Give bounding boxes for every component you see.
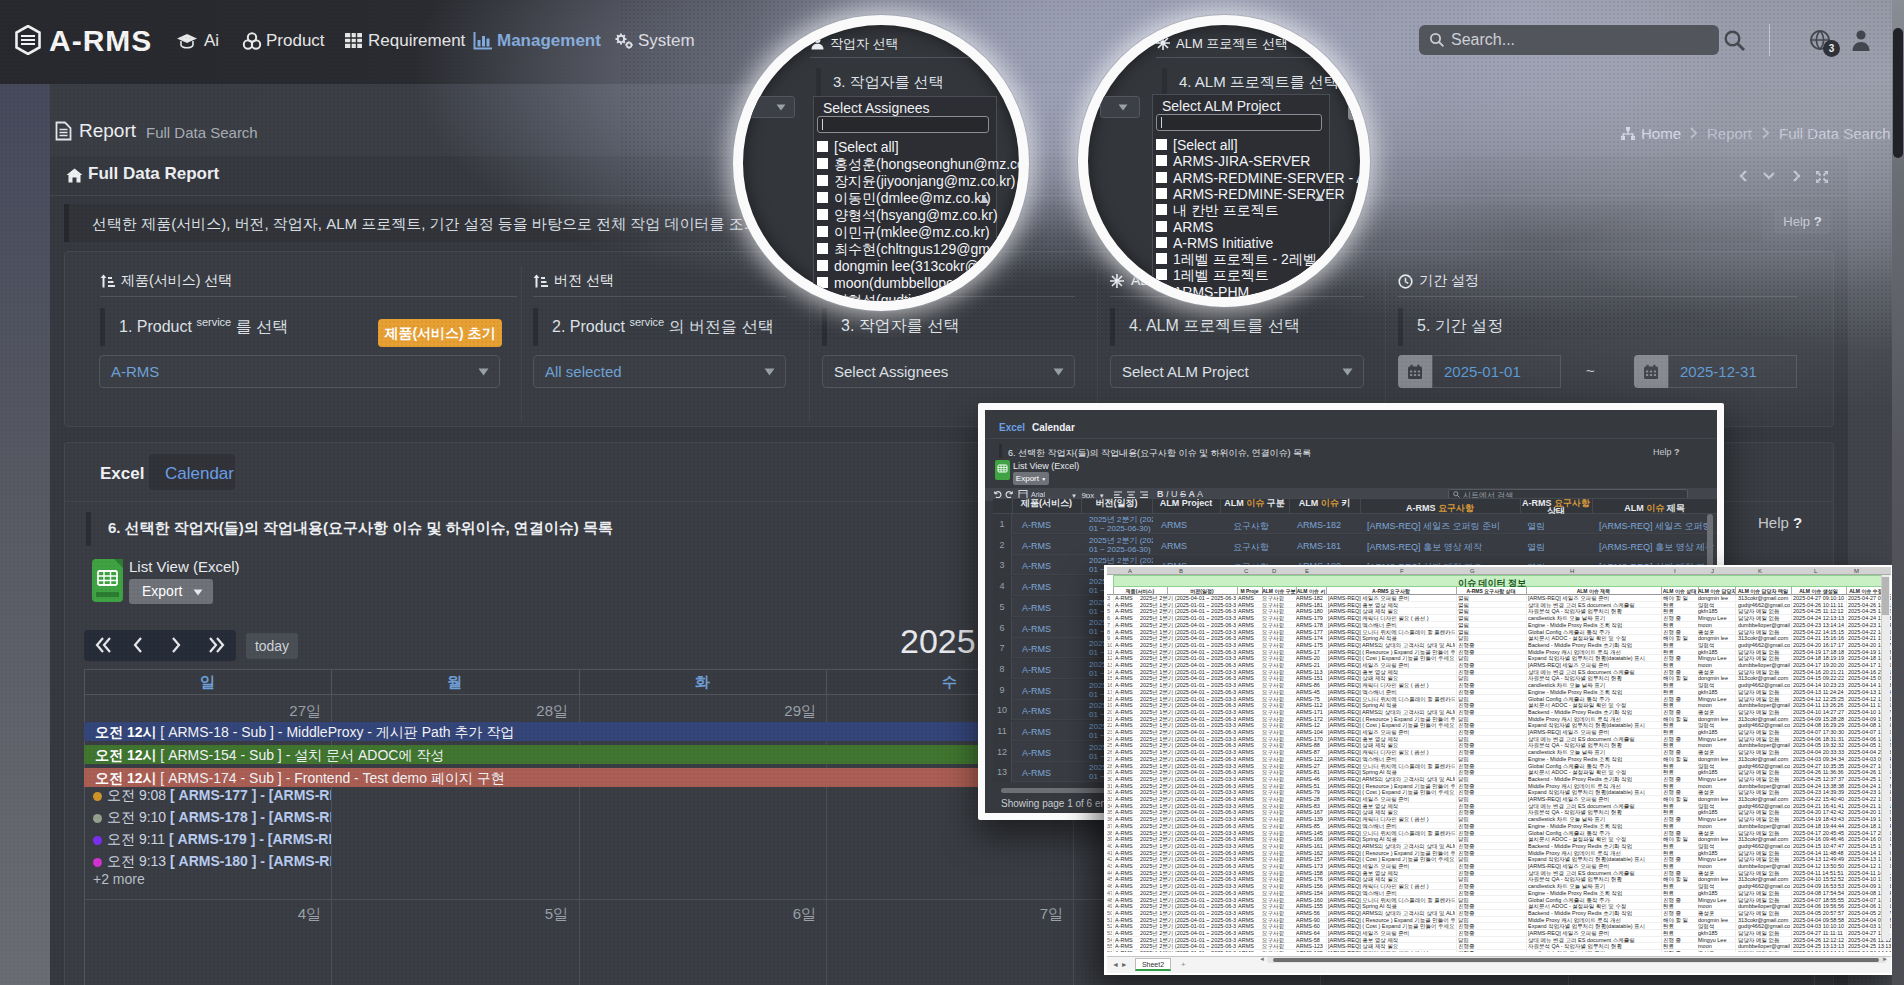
svg-text:Arial: Arial [1031, 491, 1045, 498]
